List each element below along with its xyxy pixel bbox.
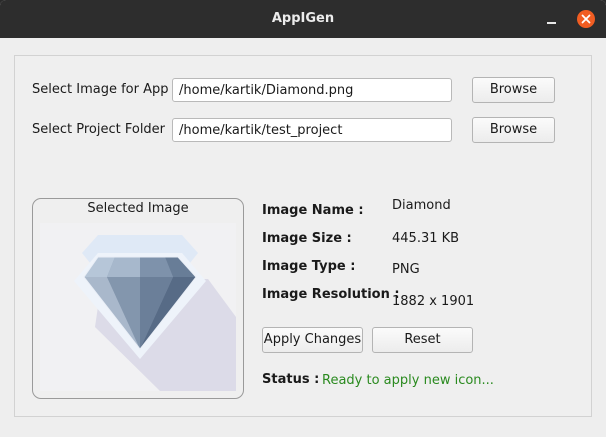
- selected-image-title: Selected Image: [87, 201, 189, 216]
- image-size-value: 445.31 KB: [392, 231, 460, 246]
- reset-button[interactable]: Reset: [372, 327, 473, 353]
- project-folder-label: Select Project Folder: [32, 122, 166, 137]
- selected-image-box: Selected Image: [32, 198, 244, 399]
- minimize-button[interactable]: [544, 11, 560, 27]
- project-folder-input[interactable]: [172, 118, 452, 142]
- browse-image-button[interactable]: Browse: [472, 77, 555, 103]
- browse-folder-button[interactable]: Browse: [472, 117, 555, 143]
- diamond-image: [74, 235, 236, 391]
- image-resolution-key: Image Resolution :: [262, 287, 400, 302]
- image-path-label: Select Image for App: [32, 82, 169, 97]
- minimize-icon: [547, 22, 556, 24]
- apply-changes-button[interactable]: Apply Changes: [262, 327, 363, 353]
- image-preview: [40, 223, 236, 391]
- window-title: AppIGen: [271, 11, 335, 26]
- image-type-key: Image Type :: [262, 259, 356, 274]
- image-type-value: PNG: [392, 262, 420, 277]
- status-message: Ready to apply new icon...: [322, 373, 494, 388]
- image-name-value: Diamond: [392, 198, 451, 213]
- image-resolution-value: 1882 x 1901: [392, 294, 475, 309]
- close-button[interactable]: [577, 10, 595, 28]
- app-window: AppIGen Select Image for App Browse Sele…: [0, 0, 606, 437]
- title-bar[interactable]: AppIGen: [0, 0, 606, 38]
- close-icon: [581, 14, 591, 24]
- image-name-key: Image Name :: [262, 203, 364, 218]
- status-key: Status :: [262, 372, 320, 387]
- image-path-input[interactable]: [172, 78, 452, 102]
- image-size-key: Image Size :: [262, 231, 352, 246]
